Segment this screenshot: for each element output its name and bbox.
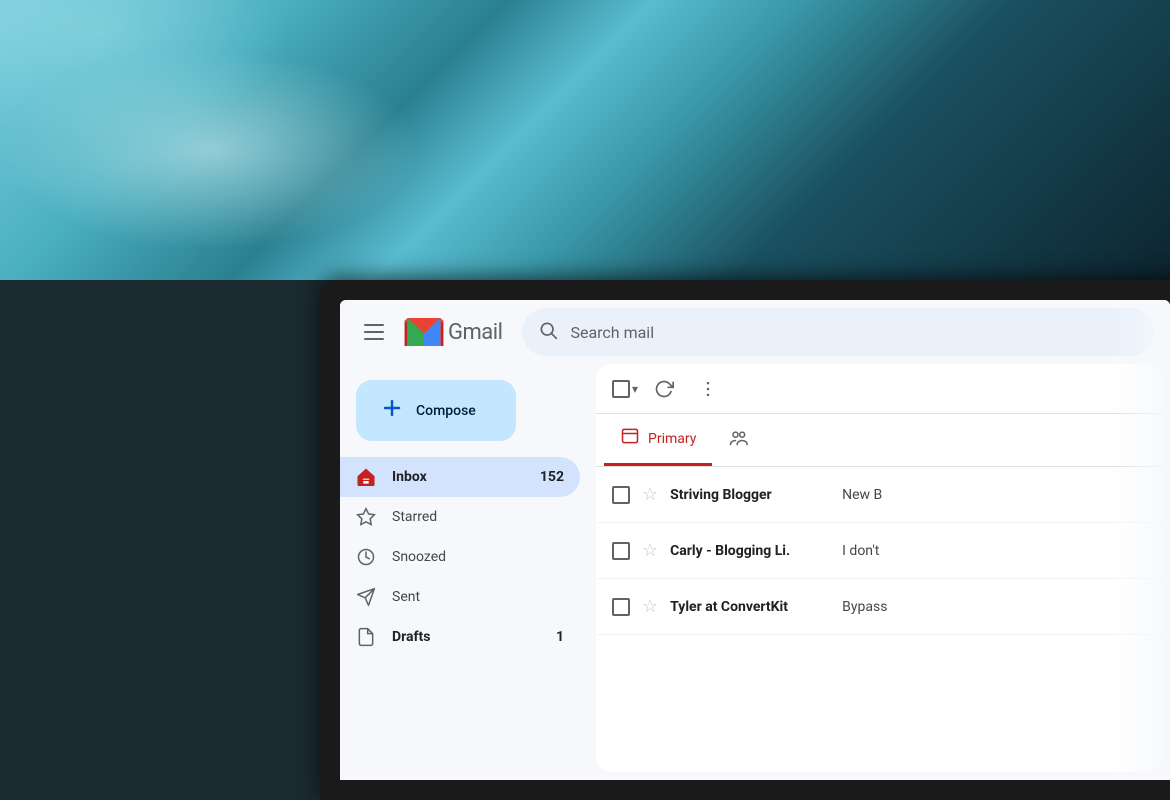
email-preview-1: I don't	[842, 543, 1146, 559]
social-tab-icon	[728, 428, 748, 453]
email-toolbar: ▾	[596, 364, 1162, 414]
sidebar-item-inbox[interactable]: Inbox 152	[340, 457, 580, 497]
email-preview-2: Bypass	[842, 599, 1146, 615]
gmail-wordmark: Gmail	[448, 320, 502, 345]
inbox-icon	[356, 467, 376, 487]
drafts-badge: 1	[556, 629, 564, 645]
email-checkbox-1[interactable]	[612, 542, 630, 560]
email-preview-0: New B	[842, 487, 1146, 503]
email-star-1[interactable]: ☆	[642, 540, 658, 561]
gmail-screen: Gmail Search mail	[340, 300, 1170, 780]
email-sender-2: Tyler at ConvertKit	[670, 599, 830, 615]
tabs-bar: Primary Social	[596, 414, 1162, 467]
checkbox-dropdown-chevron[interactable]: ▾	[632, 382, 638, 396]
tab-social[interactable]: Social	[712, 416, 764, 465]
sent-icon	[356, 587, 376, 607]
email-checkbox-0[interactable]	[612, 486, 630, 504]
tab-primary[interactable]: Primary	[604, 414, 712, 466]
starred-label: Starred	[392, 509, 437, 525]
sidebar: Compose Inbox 152	[340, 364, 596, 780]
email-list: ☆ Striving Blogger New B ☆ Carly - Blogg…	[596, 467, 1162, 772]
sidebar-item-sent[interactable]: Sent	[340, 577, 580, 617]
hamburger-button[interactable]	[356, 316, 392, 348]
email-star-2[interactable]: ☆	[642, 596, 658, 617]
drafts-icon	[356, 627, 376, 647]
email-row[interactable]: ☆ Striving Blogger New B	[596, 467, 1162, 523]
primary-tab-label: Primary	[648, 431, 696, 447]
gmail-logo: Gmail	[404, 318, 502, 346]
gmail-body: Compose Inbox 152	[340, 364, 1170, 780]
email-row[interactable]: ☆ Carly - Blogging Li. I don't	[596, 523, 1162, 579]
search-bar[interactable]: Search mail	[522, 308, 1154, 356]
compose-label: Compose	[416, 403, 476, 419]
sidebar-item-snoozed[interactable]: Snoozed	[340, 537, 580, 577]
select-checkbox-dropdown[interactable]: ▾	[612, 380, 638, 398]
snoozed-icon	[356, 547, 376, 567]
refresh-button[interactable]	[646, 371, 682, 407]
snoozed-label: Snoozed	[392, 549, 446, 565]
email-star-0[interactable]: ☆	[642, 484, 658, 505]
sent-label: Sent	[392, 589, 420, 605]
inbox-label: Inbox	[392, 469, 427, 485]
inbox-badge: 152	[540, 469, 564, 485]
search-placeholder: Search mail	[570, 323, 654, 342]
gmail-header: Gmail Search mail	[340, 300, 1170, 364]
email-checkbox-2[interactable]	[612, 598, 630, 616]
background-photo	[0, 0, 1170, 280]
sidebar-item-drafts[interactable]: Drafts 1	[340, 617, 580, 657]
select-all-checkbox[interactable]	[612, 380, 630, 398]
search-icon	[538, 320, 558, 345]
email-sender-0: Striving Blogger	[670, 487, 830, 503]
gmail-m-icon	[404, 318, 444, 346]
compose-plus-icon	[380, 396, 404, 425]
email-sender-1: Carly - Blogging Li.	[670, 543, 830, 559]
primary-tab-icon	[620, 426, 640, 451]
more-options-button[interactable]	[690, 371, 726, 407]
email-area: ▾	[596, 364, 1162, 772]
compose-button[interactable]: Compose	[356, 380, 516, 441]
sidebar-item-starred[interactable]: Starred	[340, 497, 580, 537]
email-row[interactable]: ☆ Tyler at ConvertKit Bypass	[596, 579, 1162, 635]
drafts-label: Drafts	[392, 629, 430, 645]
star-nav-icon	[356, 507, 376, 527]
